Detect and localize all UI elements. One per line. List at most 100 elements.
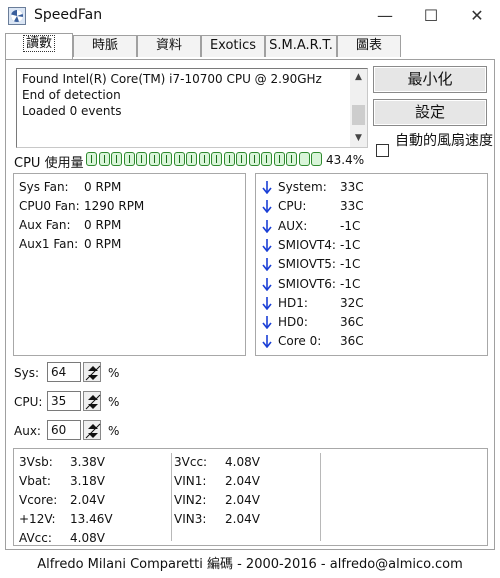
aux-speed-input[interactable]: 60: [47, 420, 81, 440]
scroll-up-arrow-icon[interactable]: ▲: [350, 69, 367, 86]
temp-value: -1C: [340, 237, 361, 252]
aux-speed-spinner-icon[interactable]: [83, 420, 101, 440]
tab-exotics[interactable]: Exotics: [201, 35, 265, 57]
temp-down-arrow-icon: [262, 219, 272, 233]
settings-button[interactable]: 設定: [373, 99, 487, 126]
voltage-value: 4.08V: [225, 455, 260, 469]
auto-fan-speed-checkbox[interactable]: [376, 144, 389, 157]
maximize-window-button[interactable]: ☐: [408, 0, 454, 32]
tab-info[interactable]: 資料: [137, 35, 201, 57]
fan-row: Aux1 Fan:: [19, 237, 79, 251]
cpu-usage-segment: [298, 152, 310, 166]
temp-label: CPU:: [278, 199, 307, 214]
log-line: Found Intel(R) Core(TM) i7-10700 CPU @ 2…: [22, 72, 322, 86]
temp-value: 33C: [340, 199, 364, 214]
temp-value: 36C: [340, 315, 364, 330]
voltages-group: 3Vsb: 3.38V Vbat: 3.18V Vcore: 2.04V +12V: 13.4…: [13, 448, 488, 546]
cpu-usage-segment: [148, 152, 160, 166]
title-bar: SpeedFan — ☐ ✕: [0, 0, 500, 32]
tab-charts[interactable]: 圖表: [337, 35, 401, 57]
minimize-button[interactable]: 最小化: [373, 66, 487, 93]
voltage-label: VIN1:: [174, 474, 207, 488]
tab-clock[interactable]: 時脈: [73, 35, 137, 57]
speed-label-aux: Aux:: [14, 424, 41, 438]
temp-down-arrow-icon: [262, 238, 272, 253]
temp-down-arrow-icon: [262, 296, 272, 311]
temp-value: 33C: [340, 180, 364, 194]
voltage-column-2: 3Vcc: 4.08V VIN1: 2.04V VIN2: 2.04V VIN3: 2.04V: [174, 454, 319, 544]
tab-strip: 讀數 時脈 資料 Exotics S.M.A.R.T. 圖表: [5, 33, 495, 59]
temp-down-arrow-icon: [262, 199, 272, 214]
fan-row: CPU0 Fan:: [19, 199, 80, 213]
temp-label: SMIOVT5:: [278, 257, 336, 272]
voltage-label: VIN3:: [174, 512, 207, 526]
voltage-column-divider: [320, 453, 321, 541]
temp-value: -1C: [340, 276, 361, 291]
cpu-usage-segment: [198, 152, 210, 166]
voltage-column-1: 3Vsb: 3.38V Vbat: 3.18V Vcore: 2.04V +12V: 13.4…: [19, 454, 169, 545]
window-title: SpeedFan: [34, 7, 103, 23]
voltage-label: 3Vcc:: [174, 455, 208, 469]
close-window-button[interactable]: ✕: [454, 0, 500, 32]
cpu-usage-segment: [86, 152, 97, 166]
cpu-speed-spinner-icon[interactable]: [83, 391, 101, 411]
temp-value: 32C: [340, 295, 364, 310]
aux-speed-unit: %: [108, 424, 120, 438]
voltage-value: 2.04V: [225, 512, 260, 526]
status-bar: Alfredo Milani Comparetti 編碼 - 2000-2016…: [0, 552, 500, 578]
cpu-usage-label: CPU 使用量: [14, 156, 84, 171]
cpu-usage-segment: [123, 152, 135, 166]
sys-speed-spinner-icon[interactable]: [83, 362, 101, 382]
cpu-usage-segment: [286, 152, 297, 166]
cpu-usage-bar: [86, 152, 326, 166]
speedfan-app-icon: [8, 7, 26, 25]
temp-value: 36C: [340, 334, 364, 349]
cpu-usage-segment: [236, 152, 247, 166]
temperatures-group: System: 33C CPU: 33C AUX: -1C SMIOVT4: -1C SMIOV…: [255, 173, 488, 356]
cpu-usage-segment: [248, 152, 260, 166]
tab-smart[interactable]: S.M.A.R.T.: [265, 35, 337, 57]
voltage-label: 3Vsb:: [19, 455, 53, 469]
temp-label: SMIOVT4:: [278, 237, 336, 252]
cpu-usage-segment: [161, 152, 172, 166]
scroll-thumb[interactable]: [352, 105, 365, 125]
fan-value: 0 RPM: [84, 180, 122, 194]
tab-readings[interactable]: 讀數: [5, 33, 73, 59]
log-line: End of detection: [22, 88, 121, 102]
voltage-value: 4.08V: [70, 531, 105, 545]
temp-down-arrow-icon: [262, 277, 272, 291]
temp-down-arrow-icon: [262, 257, 272, 272]
speed-label-cpu: CPU:: [14, 395, 43, 409]
fan-row: Aux Fan:: [19, 218, 71, 232]
cpu-usage-segment: [223, 152, 235, 166]
sys-speed-input[interactable]: 64: [47, 362, 81, 382]
voltage-value: 2.04V: [225, 493, 260, 507]
voltage-column-divider: [171, 453, 172, 541]
temp-down-arrow-icon: [262, 180, 272, 195]
voltage-value: 2.04V: [225, 474, 260, 488]
fan-value: 1290 RPM: [84, 199, 145, 213]
log-line: Loaded 0 events: [22, 104, 122, 118]
minimize-window-button[interactable]: —: [362, 0, 408, 32]
log-scrollbar[interactable]: ▲ ▼: [350, 69, 367, 147]
cpu-usage-segment: [261, 152, 272, 166]
fan-speeds-group: Sys Fan: 0 RPM CPU0 Fan: 1290 RPM Aux Fa…: [13, 173, 246, 356]
voltage-label: AVcc:: [19, 531, 52, 545]
cpu-usage-segment: [111, 152, 122, 166]
voltage-label: +12V:: [19, 512, 56, 526]
cpu-usage-segment: [136, 152, 147, 166]
fan-value: 0 RPM: [84, 237, 122, 251]
cpu-usage-percent: 43.4%: [326, 153, 365, 167]
voltage-value: 3.18V: [70, 474, 105, 488]
cpu-usage-segment: [273, 152, 285, 166]
temp-label: SMIOVT6:: [278, 276, 336, 291]
cpu-usage-segment: [98, 152, 110, 166]
cpu-speed-input[interactable]: 35: [47, 391, 81, 411]
speed-label-sys: Sys:: [14, 366, 40, 380]
cpu-speed-unit: %: [108, 395, 120, 409]
event-log[interactable]: Found Intel(R) Core(TM) i7-10700 CPU @ 2…: [16, 68, 368, 148]
temp-value: -1C: [340, 257, 361, 272]
voltage-value: 2.04V: [70, 493, 105, 507]
scroll-down-arrow-icon[interactable]: ▼: [350, 130, 367, 147]
voltage-value: 13.46V: [70, 512, 113, 526]
